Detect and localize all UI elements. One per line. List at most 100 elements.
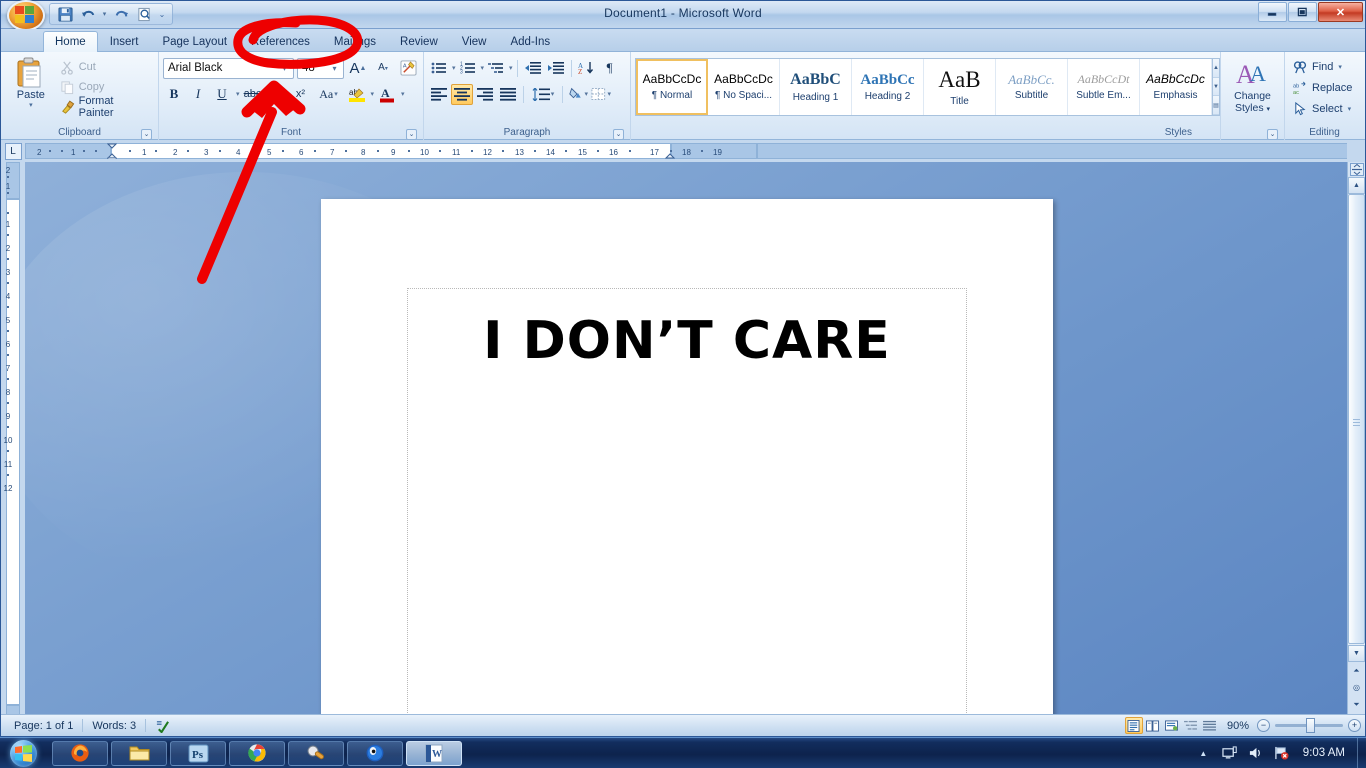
zoom-level[interactable]: 90% (1219, 720, 1257, 732)
show-hidden-icons-button[interactable]: ▲ (1195, 745, 1212, 762)
page-indicator[interactable]: Page: 1 of 1 (5, 717, 82, 735)
network-icon[interactable] (1221, 745, 1238, 762)
split-window-handle[interactable] (1348, 162, 1365, 177)
font-dialog-launcher[interactable]: ⌄ (406, 129, 417, 140)
scroll-down-button[interactable]: ▼ (1348, 645, 1365, 662)
format-painter-button[interactable]: Format Painter (57, 95, 154, 119)
start-button[interactable] (0, 739, 46, 768)
taskbar-chrome[interactable] (229, 740, 285, 766)
strikethrough-button[interactable]: abc (242, 84, 264, 105)
bullets-button[interactable] (428, 58, 450, 79)
restore-button[interactable] (1288, 2, 1317, 22)
paragraph-dialog-launcher[interactable]: ⌄ (613, 129, 624, 140)
web-layout-button[interactable] (1163, 717, 1181, 734)
zoom-thumb[interactable] (1306, 718, 1316, 733)
action-center-icon[interactable] (1273, 745, 1290, 762)
zoom-slider[interactable]: − + (1257, 718, 1361, 733)
scroll-track[interactable] (1348, 194, 1365, 645)
zoom-out-button[interactable]: − (1257, 719, 1270, 732)
tab-view[interactable]: View (450, 31, 499, 52)
select-browse-object-button[interactable]: ◎ (1349, 680, 1365, 696)
replace-button[interactable]: ab ac Replace (1289, 78, 1356, 98)
draft-button[interactable] (1201, 717, 1219, 734)
clock[interactable]: 9:03 AM (1299, 747, 1349, 759)
text-highlight-button[interactable]: ab (346, 84, 368, 105)
clipboard-dialog-launcher[interactable]: ⌄ (141, 129, 152, 140)
tab-home[interactable]: Home (43, 31, 98, 52)
font-name-dropdown-arrow[interactable]: ▾ (278, 64, 291, 73)
close-button[interactable]: ✕ (1318, 2, 1363, 22)
grow-font-button[interactable]: A ▲ (347, 58, 369, 79)
document-canvas[interactable]: I DON’T CARE (25, 162, 1347, 714)
borders-button[interactable]: ▾ (590, 84, 612, 105)
tab-page-layout[interactable]: Page Layout (150, 31, 239, 52)
bold-button[interactable]: B (163, 84, 185, 105)
style-no-spacing[interactable]: AaBbCcDc ¶ No Spaci... (708, 59, 780, 115)
previous-page-button[interactable]: ⏶ (1349, 663, 1365, 679)
zoom-in-button[interactable]: + (1348, 719, 1361, 732)
decrease-indent-button[interactable] (522, 58, 544, 79)
tab-review[interactable]: Review (388, 31, 450, 52)
tab-stop-selector[interactable]: L (1, 140, 25, 162)
style-subtle-emphasis[interactable]: AaBbCcDt Subtle Em... (1068, 59, 1140, 115)
align-right-button[interactable] (474, 84, 496, 105)
first-line-indent-marker[interactable] (106, 143, 118, 159)
copy-button[interactable]: Copy (57, 78, 154, 96)
numbering-button[interactable]: 1 2 3 (457, 58, 479, 79)
sort-button[interactable]: A Z (576, 58, 598, 79)
show-desktop-button[interactable] (1357, 737, 1366, 768)
tab-mailings[interactable]: Mailings (322, 31, 388, 52)
multilevel-list-button[interactable] (485, 58, 507, 79)
style-emphasis[interactable]: AaBbCcDc Emphasis (1140, 59, 1212, 115)
word-count[interactable]: Words: 3 (83, 717, 145, 735)
font-size-dropdown-arrow[interactable]: ▾ (328, 64, 341, 73)
tab-insert[interactable]: Insert (98, 31, 151, 52)
full-screen-reading-button[interactable] (1144, 717, 1162, 734)
highlight-dropdown-arrow[interactable]: ▾ (371, 90, 375, 98)
proofing-status[interactable] (146, 717, 179, 735)
clear-formatting-button[interactable]: A (397, 58, 419, 79)
print-layout-button[interactable] (1124, 717, 1143, 734)
right-indent-marker[interactable] (664, 143, 676, 159)
taskbar-photoshop[interactable]: Ps (170, 740, 226, 766)
taskbar-word[interactable]: W (406, 740, 462, 766)
subscript-button[interactable]: x₂ (266, 84, 288, 105)
style-subtitle[interactable]: AaBbCc. Subtitle (996, 59, 1068, 115)
cut-button[interactable]: Cut (57, 58, 154, 76)
show-formatting-marks-button[interactable]: ¶ (599, 58, 621, 79)
styles-more-button[interactable]: ▤ (1213, 96, 1219, 116)
taskbar-blue-app[interactable] (347, 740, 403, 766)
document-page[interactable]: I DON’T CARE (321, 199, 1053, 714)
find-button[interactable]: Find ▾ (1289, 57, 1346, 77)
vertical-scrollbar[interactable]: ▲ ▼ ⏶ ◎ ⏷ (1347, 162, 1365, 714)
italic-button[interactable]: I (187, 84, 209, 105)
underline-button[interactable]: U (211, 84, 233, 105)
font-name-combo[interactable]: Arial Black ▾ (163, 57, 294, 79)
font-size-combo[interactable]: 48 ▾ (297, 57, 344, 79)
shading-button[interactable]: ▾ (567, 84, 589, 105)
horizontal-ruler[interactable]: 2 1 1 2 3 4 5 6 7 8 9 10 11 12 13 14 15 … (25, 143, 1347, 159)
minimize-button[interactable] (1258, 2, 1287, 22)
align-center-button[interactable] (451, 83, 473, 105)
font-color-dropdown-arrow[interactable]: ▾ (401, 90, 405, 98)
multilevel-dropdown-arrow[interactable]: ▾ (509, 64, 513, 72)
numbering-dropdown-arrow[interactable]: ▾ (481, 64, 485, 72)
line-spacing-button[interactable]: ▾ (528, 84, 558, 105)
style-title[interactable]: AaB Title (924, 59, 996, 115)
document-text[interactable]: I DON’T CARE (321, 311, 1053, 371)
align-left-button[interactable] (428, 84, 450, 105)
volume-icon[interactable] (1247, 745, 1264, 762)
taskbar-firefox[interactable] (52, 740, 108, 766)
change-case-button[interactable]: Aa ▾ (314, 84, 344, 105)
styles-scroll-up-button[interactable]: ▲ (1213, 59, 1219, 78)
underline-dropdown-arrow[interactable]: ▾ (236, 90, 240, 98)
zoom-track[interactable] (1275, 718, 1343, 733)
tab-references[interactable]: References (239, 31, 322, 52)
vertical-ruler[interactable]: 2 1 1 2 3 4 5 6 7 8 9 10 11 12 (1, 162, 25, 714)
increase-indent-button[interactable] (545, 58, 567, 79)
font-color-button[interactable]: A (376, 84, 398, 105)
paste-dropdown-arrow[interactable]: ▾ (29, 101, 33, 109)
paste-button[interactable]: Paste ▾ (5, 55, 57, 109)
superscript-button[interactable]: x² (290, 84, 312, 105)
select-button[interactable]: Select ▾ (1289, 99, 1355, 119)
